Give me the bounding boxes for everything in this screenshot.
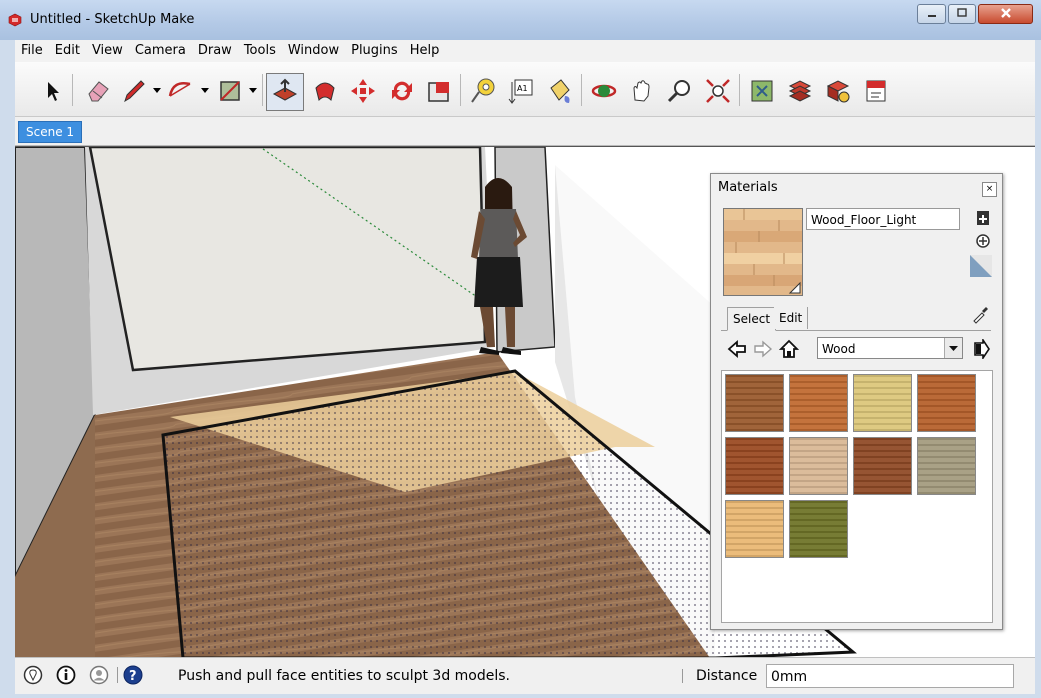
chevron-down-icon[interactable] <box>944 338 962 358</box>
toolbar-separator <box>581 74 582 106</box>
wood-swatch-1[interactable] <box>725 374 784 432</box>
layers-icon[interactable] <box>785 76 815 106</box>
toolbar-separator <box>72 74 73 106</box>
menu-window[interactable]: Window <box>282 40 345 58</box>
chevron-down-icon[interactable] <box>249 88 257 93</box>
sketchup-logo-icon <box>8 13 22 27</box>
default-material-icon[interactable] <box>969 254 993 278</box>
outliner-icon[interactable] <box>823 76 853 106</box>
svg-text:?: ? <box>129 669 137 684</box>
menu-tools[interactable]: Tools <box>238 40 282 58</box>
eraser-icon[interactable] <box>83 76 113 106</box>
scale-icon[interactable] <box>424 76 454 106</box>
wood-swatch-4[interactable] <box>917 374 976 432</box>
maximize-icon <box>957 8 967 17</box>
toolbar-separator <box>739 74 740 106</box>
material-preview <box>723 208 803 296</box>
toolbar-separator <box>460 74 461 106</box>
zoom-icon[interactable] <box>665 76 695 106</box>
scenes-bar: Scene 1 <box>15 117 1035 146</box>
chevron-down-icon[interactable] <box>153 88 161 93</box>
menu-edit[interactable]: Edit <box>49 40 86 58</box>
toolbar-separator <box>262 74 263 106</box>
rotate-icon[interactable] <box>387 76 417 106</box>
status-separator <box>117 667 118 683</box>
tab-select[interactable]: Select <box>727 307 777 331</box>
menu-bar: File Edit View Camera Draw Tools Window Plugins… <box>15 40 1035 62</box>
panel-title: Materials <box>718 180 778 195</box>
measurements-box[interactable]: 0mm <box>766 664 1014 688</box>
tab-edit[interactable]: Edit <box>774 307 809 329</box>
wood-swatch-2[interactable] <box>789 374 848 432</box>
wood-swatch-10[interactable] <box>789 500 848 558</box>
drawing-viewport[interactable]: Materials × Wood_Floor_Light Select Edit <box>15 146 1035 658</box>
forward-arrow-icon[interactable] <box>753 339 773 359</box>
maximize-button[interactable] <box>948 4 976 24</box>
create-material-icon[interactable] <box>974 209 992 227</box>
material-swatch-grid <box>721 370 993 623</box>
library-value: Wood <box>822 342 856 356</box>
home-icon[interactable] <box>779 339 799 359</box>
chevron-down-icon[interactable] <box>201 88 209 93</box>
orbit-icon[interactable] <box>589 76 619 106</box>
tape-measure-icon[interactable] <box>468 76 498 106</box>
push-pull-icon[interactable] <box>270 76 300 106</box>
wood-swatch-8[interactable] <box>917 437 976 495</box>
credits-icon[interactable] <box>56 665 76 685</box>
pan-icon[interactable] <box>627 76 657 106</box>
menu-view[interactable]: View <box>86 40 129 58</box>
menu-plugins[interactable]: Plugins <box>345 40 404 58</box>
text-icon[interactable]: A1 <box>506 76 536 106</box>
wood-swatch-7[interactable] <box>853 437 912 495</box>
styles-icon[interactable] <box>861 76 891 106</box>
components-icon[interactable] <box>747 76 777 106</box>
pencil-icon[interactable] <box>119 76 149 106</box>
arc-icon[interactable] <box>165 76 195 106</box>
follow-me-icon[interactable] <box>310 76 340 106</box>
help-icon[interactable]: ? <box>123 665 143 685</box>
paint-bucket-icon[interactable] <box>545 76 575 106</box>
move-icon[interactable] <box>348 76 378 106</box>
library-dropdown[interactable]: Wood <box>817 337 963 359</box>
close-button[interactable] <box>978 4 1033 24</box>
status-message: Push and pull face entities to sculpt 3d… <box>178 668 511 684</box>
menu-camera[interactable]: Camera <box>129 40 192 58</box>
close-icon <box>1000 8 1011 18</box>
rectangle-icon[interactable] <box>215 76 245 106</box>
zoom-extents-icon[interactable] <box>703 76 733 106</box>
select-icon[interactable] <box>37 76 67 106</box>
measurements-label: Distance <box>696 668 758 684</box>
menu-file[interactable]: File <box>15 40 49 58</box>
sample-paint-icon[interactable] <box>974 232 992 250</box>
library-nav: Wood <box>723 337 991 363</box>
wood-swatch-3[interactable] <box>853 374 912 432</box>
menu-draw[interactable]: Draw <box>192 40 238 58</box>
eyedropper-icon[interactable] <box>971 306 989 324</box>
geo-location-icon[interactable] <box>23 665 43 685</box>
title-bar: Untitled - SketchUp Make <box>0 0 1041 40</box>
material-name-field[interactable]: Wood_Floor_Light <box>806 208 960 230</box>
scene-tab[interactable]: Scene 1 <box>18 121 83 143</box>
details-arrow-icon[interactable] <box>971 339 991 359</box>
svg-text:A1: A1 <box>517 84 528 93</box>
close-icon[interactable]: × <box>982 182 997 197</box>
user-icon[interactable] <box>89 665 109 685</box>
wood-swatch-9[interactable] <box>725 500 784 558</box>
menu-help[interactable]: Help <box>404 40 446 58</box>
panel-tabs: Select Edit <box>721 304 991 331</box>
window-title: Untitled - SketchUp Make <box>30 12 195 27</box>
wood-swatch-6[interactable] <box>789 437 848 495</box>
minimize-button[interactable] <box>917 4 946 24</box>
materials-panel: Materials × Wood_Floor_Light Select Edit <box>710 173 1003 630</box>
status-separator <box>682 669 683 683</box>
status-bar: ? Push and pull face entities to sculpt … <box>15 657 1035 694</box>
main-toolbar: A1 <box>15 62 1035 117</box>
wood-swatch-5[interactable] <box>725 437 784 495</box>
minimize-icon <box>927 15 936 17</box>
wood-floor-preview <box>724 209 802 295</box>
back-arrow-icon[interactable] <box>727 339 747 359</box>
